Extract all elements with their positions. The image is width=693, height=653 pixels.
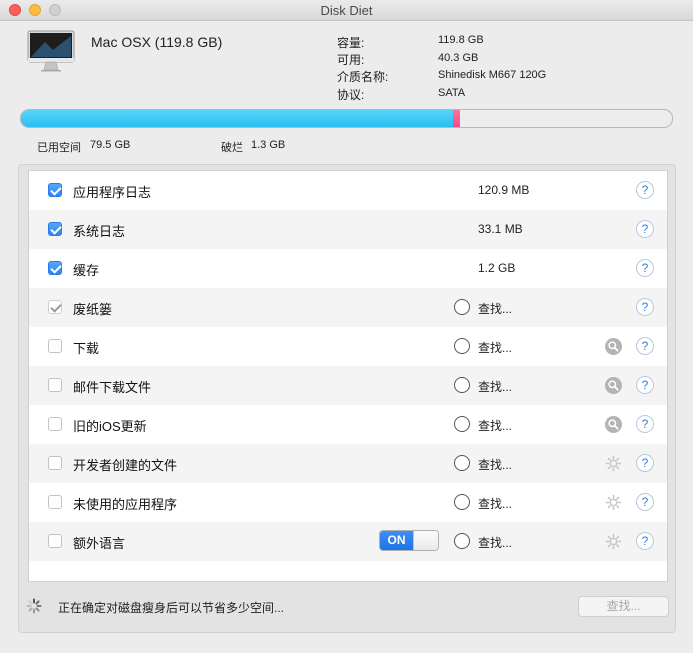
- help-button[interactable]: ?: [636, 181, 654, 199]
- help-button[interactable]: ?: [636, 259, 654, 277]
- item-size: 120.9 MB: [478, 183, 530, 197]
- item-checkbox[interactable]: [48, 417, 62, 431]
- junk-segment: [453, 110, 460, 127]
- used-space-value: 79.5 GB: [90, 139, 131, 151]
- item-find-status: 查找...: [478, 341, 513, 355]
- help-button[interactable]: ?: [636, 220, 654, 238]
- cleanup-list: 应用程序日志 120.9 MB? 系统日志 33.1 MB? 缓存 1.2 GB? 废纸篓查…: [28, 170, 668, 582]
- media-name-label: 介质名称:: [337, 70, 389, 84]
- title-bar: Disk Diet: [0, 0, 693, 21]
- gear-icon[interactable]: [605, 455, 622, 472]
- media-name-value: Shinedisk M667 120G: [438, 69, 547, 81]
- scanning-indicator-icon: [454, 455, 470, 471]
- help-button[interactable]: ?: [636, 454, 654, 472]
- item-checkbox[interactable]: [48, 378, 62, 392]
- item-label: 邮件下载文件: [73, 380, 152, 395]
- protocol-label: 协议:: [337, 88, 365, 102]
- list-item: 旧的iOS更新 查找...?: [29, 405, 667, 444]
- scanning-indicator-icon: [454, 299, 470, 315]
- magnifier-icon[interactable]: [605, 416, 622, 433]
- item-checkbox: [48, 300, 62, 314]
- item-find-status: 查找...: [478, 497, 513, 511]
- help-button[interactable]: ?: [636, 493, 654, 511]
- window-title: Disk Diet: [320, 3, 373, 18]
- protocol-value: SATA: [438, 87, 466, 99]
- disk-usage-bar: [20, 109, 673, 128]
- scanning-indicator-icon: [454, 533, 470, 549]
- item-label: 废纸篓: [73, 302, 113, 317]
- item-find-status: 查找...: [478, 458, 513, 472]
- item-find-status: 查找...: [478, 419, 513, 433]
- item-checkbox[interactable]: [48, 456, 62, 470]
- used-space-segment: [21, 110, 453, 127]
- capacity-value: 119.8 GB: [438, 34, 484, 46]
- list-item: 邮件下载文件 查找...?: [29, 366, 667, 405]
- list-item: 下载 查找...?: [29, 327, 667, 366]
- item-checkbox[interactable]: [48, 339, 62, 353]
- item-label: 下载: [73, 341, 100, 356]
- help-button[interactable]: ?: [636, 532, 654, 550]
- imac-icon: [27, 30, 75, 72]
- item-size: 33.1 MB: [478, 222, 523, 236]
- gear-icon[interactable]: [605, 533, 622, 550]
- help-button[interactable]: ?: [636, 415, 654, 433]
- item-checkbox[interactable]: [48, 261, 62, 275]
- find-button[interactable]: 查找...: [578, 596, 669, 617]
- item-checkbox[interactable]: [48, 534, 62, 548]
- available-value: 40.3 GB: [438, 52, 479, 64]
- disk-name: Mac OSX (119.8 GB): [91, 34, 223, 50]
- item-label: 应用程序日志: [73, 185, 152, 200]
- list-item: 额外语言 查找... ON?: [29, 522, 667, 561]
- help-button[interactable]: ?: [636, 337, 654, 355]
- list-item: 未使用的应用程序 查找...?: [29, 483, 667, 522]
- gear-icon[interactable]: [605, 494, 622, 511]
- junk-label: 破烂: [221, 142, 243, 154]
- available-label: 可用:: [337, 53, 365, 67]
- list-item: 开发者创建的文件 查找...?: [29, 444, 667, 483]
- scanning-indicator-icon: [454, 416, 470, 432]
- toggle-knob[interactable]: [413, 531, 438, 550]
- item-label: 缓存: [73, 263, 100, 278]
- item-find-status: 查找...: [478, 302, 513, 316]
- item-size: 1.2 GB: [478, 261, 516, 275]
- junk-value: 1.3 GB: [251, 139, 286, 151]
- list-item: 系统日志 33.1 MB?: [29, 210, 667, 249]
- scanning-indicator-icon: [454, 377, 470, 393]
- toggle-on-label: ON: [380, 531, 413, 550]
- scanning-indicator-icon: [454, 494, 470, 510]
- item-checkbox[interactable]: [48, 495, 62, 509]
- item-checkbox[interactable]: [48, 183, 62, 197]
- item-find-status: 查找...: [478, 380, 513, 394]
- help-button[interactable]: ?: [636, 298, 654, 316]
- item-label: 开发者创建的文件: [73, 458, 178, 473]
- magnifier-icon[interactable]: [605, 377, 622, 394]
- list-item: 缓存 1.2 GB?: [29, 249, 667, 288]
- item-label: 未使用的应用程序: [73, 497, 178, 512]
- language-toggle[interactable]: ON: [379, 530, 439, 551]
- item-find-status: 查找...: [478, 536, 513, 550]
- progress-spinner-icon: [26, 598, 42, 614]
- list-item: 废纸篓 查找...?: [29, 288, 667, 327]
- help-button[interactable]: ?: [636, 376, 654, 394]
- item-label: 系统日志: [73, 224, 126, 239]
- magnifier-icon[interactable]: [605, 338, 622, 355]
- item-label: 旧的iOS更新: [73, 419, 147, 434]
- scanning-indicator-icon: [454, 338, 470, 354]
- item-checkbox[interactable]: [48, 222, 62, 236]
- capacity-label: 容量:: [337, 36, 365, 50]
- status-text: 正在确定对磁盘瘦身后可以节省多少空间...: [58, 601, 285, 615]
- list-item: 应用程序日志 120.9 MB?: [29, 171, 667, 210]
- item-label: 额外语言: [73, 536, 126, 551]
- used-space-label: 已用空间: [37, 142, 81, 154]
